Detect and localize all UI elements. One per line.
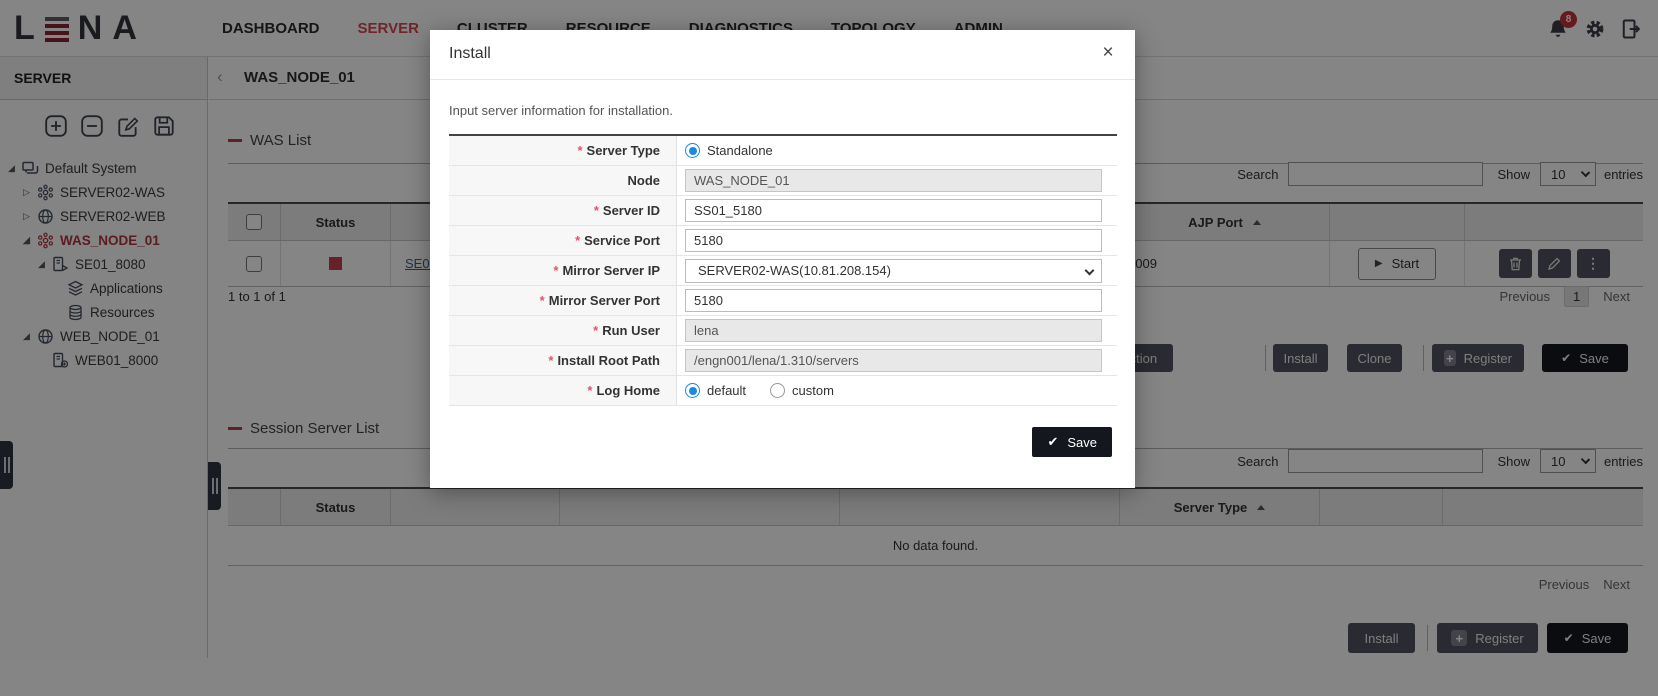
chevron-down-icon	[1085, 265, 1095, 275]
server-type-standalone-radio[interactable]	[685, 143, 700, 158]
required-mark: *	[548, 353, 553, 368]
modal-header: Install ×	[430, 30, 1135, 80]
form-row-log-home: * Log Home default custom	[449, 376, 1117, 406]
form-row-node: Node	[449, 166, 1117, 196]
field-label: Server Type	[587, 143, 660, 158]
required-mark: *	[540, 293, 545, 308]
field-label: Mirror Server Port	[549, 293, 660, 308]
form-row-mirror-server-port: * Mirror Server Port	[449, 286, 1117, 316]
install-modal: Install × Input server information for i…	[430, 30, 1135, 488]
field-label: Node	[628, 173, 661, 188]
field-label: Install Root Path	[557, 353, 660, 368]
required-mark: *	[594, 203, 599, 218]
form-row-run-user: * Run User	[449, 316, 1117, 346]
close-icon[interactable]: ×	[1096, 42, 1120, 64]
form-row-mirror-server-ip: * Mirror Server IP SERVER02-WAS(10.81.20…	[449, 256, 1117, 286]
service-port-field[interactable]	[685, 229, 1102, 252]
form-row-server-type: * Server Type Standalone	[449, 136, 1117, 166]
mirror-server-ip-select[interactable]: SERVER02-WAS(10.81.208.154)	[685, 259, 1102, 283]
required-mark: *	[587, 383, 592, 398]
radio-label: custom	[792, 383, 834, 398]
field-label: Server ID	[603, 203, 660, 218]
log-home-default-radio[interactable]	[685, 383, 700, 398]
modal-save-button[interactable]: ✔ Save	[1032, 427, 1112, 457]
field-label: Mirror Server IP	[562, 263, 660, 278]
modal-description: Input server information for installatio…	[449, 103, 673, 118]
run-user-field	[685, 319, 1102, 342]
radio-label: default	[707, 383, 746, 398]
form-row-server-id: * Server ID	[449, 196, 1117, 226]
form-row-service-port: * Service Port	[449, 226, 1117, 256]
modal-title: Install	[449, 45, 491, 63]
mirror-server-port-field[interactable]	[685, 289, 1102, 312]
server-id-field[interactable]	[685, 199, 1102, 222]
node-field	[685, 169, 1102, 192]
check-icon: ✔	[1047, 434, 1058, 450]
log-home-custom-radio[interactable]	[770, 383, 785, 398]
install-root-path-field	[685, 349, 1102, 372]
field-label: Service Port	[584, 233, 660, 248]
required-mark: *	[553, 263, 558, 278]
required-mark: *	[575, 233, 580, 248]
radio-label: Standalone	[707, 143, 773, 158]
required-mark: *	[577, 143, 582, 158]
field-label: Run User	[602, 323, 660, 338]
field-label: Log Home	[596, 383, 660, 398]
install-form: * Server Type Standalone Node * Server I…	[449, 134, 1117, 406]
form-row-install-root-path: * Install Root Path	[449, 346, 1117, 376]
required-mark: *	[593, 323, 598, 338]
